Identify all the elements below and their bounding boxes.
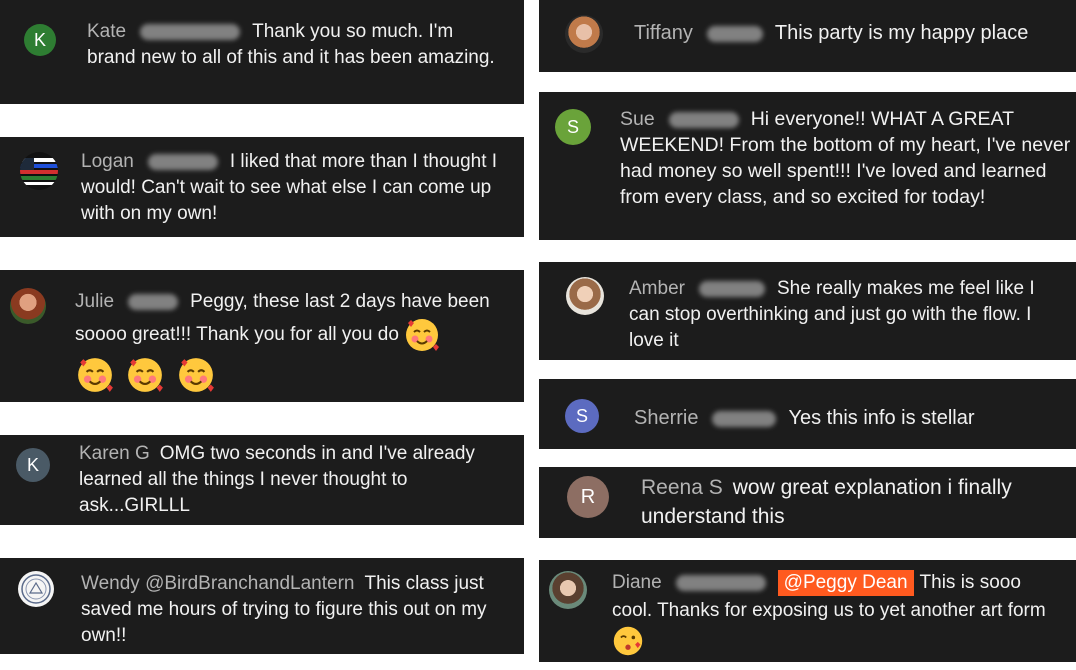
comment-author[interactable]: Julie [75, 291, 114, 312]
redacted-name [698, 280, 765, 297]
photo-avatar[interactable] [565, 15, 603, 53]
comment-body: Tiffany This party is my happy place [634, 20, 1064, 46]
comment-body: Reena Swow great explanation i finally u… [641, 473, 1071, 531]
comment-text: This party is my happy place [774, 22, 1029, 44]
comment-body: Julie Peggy, these last 2 days have been … [75, 287, 520, 353]
comment-body: Diane @Peggy Dean This is sooo cool. Thank… [612, 569, 1064, 657]
comment-card: Diane @Peggy Dean This is sooo cool. Thank… [539, 560, 1076, 662]
comment-body: Amber She really makes me feel like I can… [629, 276, 1069, 354]
comment-card: S Sherrie Yes this info is stellar [539, 379, 1076, 449]
avatar[interactable]: K [24, 24, 56, 56]
comment-author[interactable]: Tiffany [634, 22, 693, 44]
comment-card: S Sue Hi everyone!! WHAT A GREAT WEEKEND!… [539, 92, 1076, 240]
redacted-name [706, 25, 763, 42]
photo-avatar[interactable] [10, 288, 46, 324]
redacted-name [128, 293, 179, 310]
redacted-name [712, 410, 777, 427]
comment-body: Logan I liked that more than I thought I … [81, 149, 511, 227]
comment-card: R Reena Swow great explanation i finally… [539, 467, 1076, 538]
smiling-face-with-hearts-emoji [126, 356, 164, 394]
avatar[interactable]: R [567, 476, 609, 518]
photo-avatar[interactable] [549, 571, 587, 609]
comment-card: Amber She really makes me feel like I can… [539, 262, 1076, 360]
comment-text: Yes this info is stellar [788, 407, 975, 429]
mention-tag[interactable]: @Peggy Dean [777, 570, 914, 596]
seal-avatar[interactable] [18, 571, 54, 607]
smiling-face-with-hearts-emoji [177, 356, 215, 394]
comment-author[interactable]: Reena S [641, 476, 723, 499]
comment-author[interactable]: Diane [612, 572, 662, 593]
avatar[interactable]: S [565, 399, 599, 433]
comment-card: Julie Peggy, these last 2 days have been … [0, 270, 524, 402]
comment-author[interactable]: Wendy @BirdBranchandLantern [81, 573, 355, 594]
smiling-face-with-hearts-emoji [404, 317, 440, 353]
comment-author[interactable]: Amber [629, 278, 685, 299]
redacted-name [675, 574, 766, 591]
comment-author[interactable]: Kate [87, 21, 126, 42]
comment-text: She really makes me feel like I can stop… [629, 278, 1035, 351]
comment-text: I liked that more than I thought I would… [81, 151, 498, 224]
comment-card: Wendy @BirdBranchandLantern This class ju… [0, 558, 524, 654]
smiling-face-with-hearts-emoji [76, 356, 114, 394]
comment-body: Wendy @BirdBranchandLantern This class ju… [81, 571, 511, 649]
redacted-name [147, 153, 218, 170]
comment-card: K Karen G OMG two seconds in and I've alr… [0, 435, 524, 525]
avatar[interactable]: S [555, 109, 591, 145]
avatar[interactable]: K [16, 448, 50, 482]
comment-author[interactable]: Logan [81, 151, 134, 172]
comment-author[interactable]: Karen G [79, 443, 150, 464]
comment-body: Karen G OMG two seconds in and I've alrea… [79, 441, 519, 519]
comment-body: Sherrie Yes this info is stellar [634, 405, 1064, 431]
comment-card: Logan I liked that more than I thought I … [0, 137, 524, 237]
redacted-name [668, 111, 739, 128]
comment-author[interactable]: Sherrie [634, 407, 698, 429]
comment-card: K Kate Thank you so much. I'm brand new t… [0, 0, 524, 104]
photo-avatar[interactable] [566, 277, 604, 315]
flag-avatar[interactable] [20, 152, 58, 190]
comment-author[interactable]: Sue [620, 108, 655, 130]
emoji-row [76, 356, 215, 394]
redacted-name [140, 23, 241, 40]
comment-body: Sue Hi everyone!! WHAT A GREAT WEEKEND! F… [620, 106, 1072, 210]
comment-body: Kate Thank you so much. I'm brand new to … [87, 19, 497, 71]
comment-card: Tiffany This party is my happy place [539, 0, 1076, 72]
kissing-face-emoji [612, 625, 644, 657]
